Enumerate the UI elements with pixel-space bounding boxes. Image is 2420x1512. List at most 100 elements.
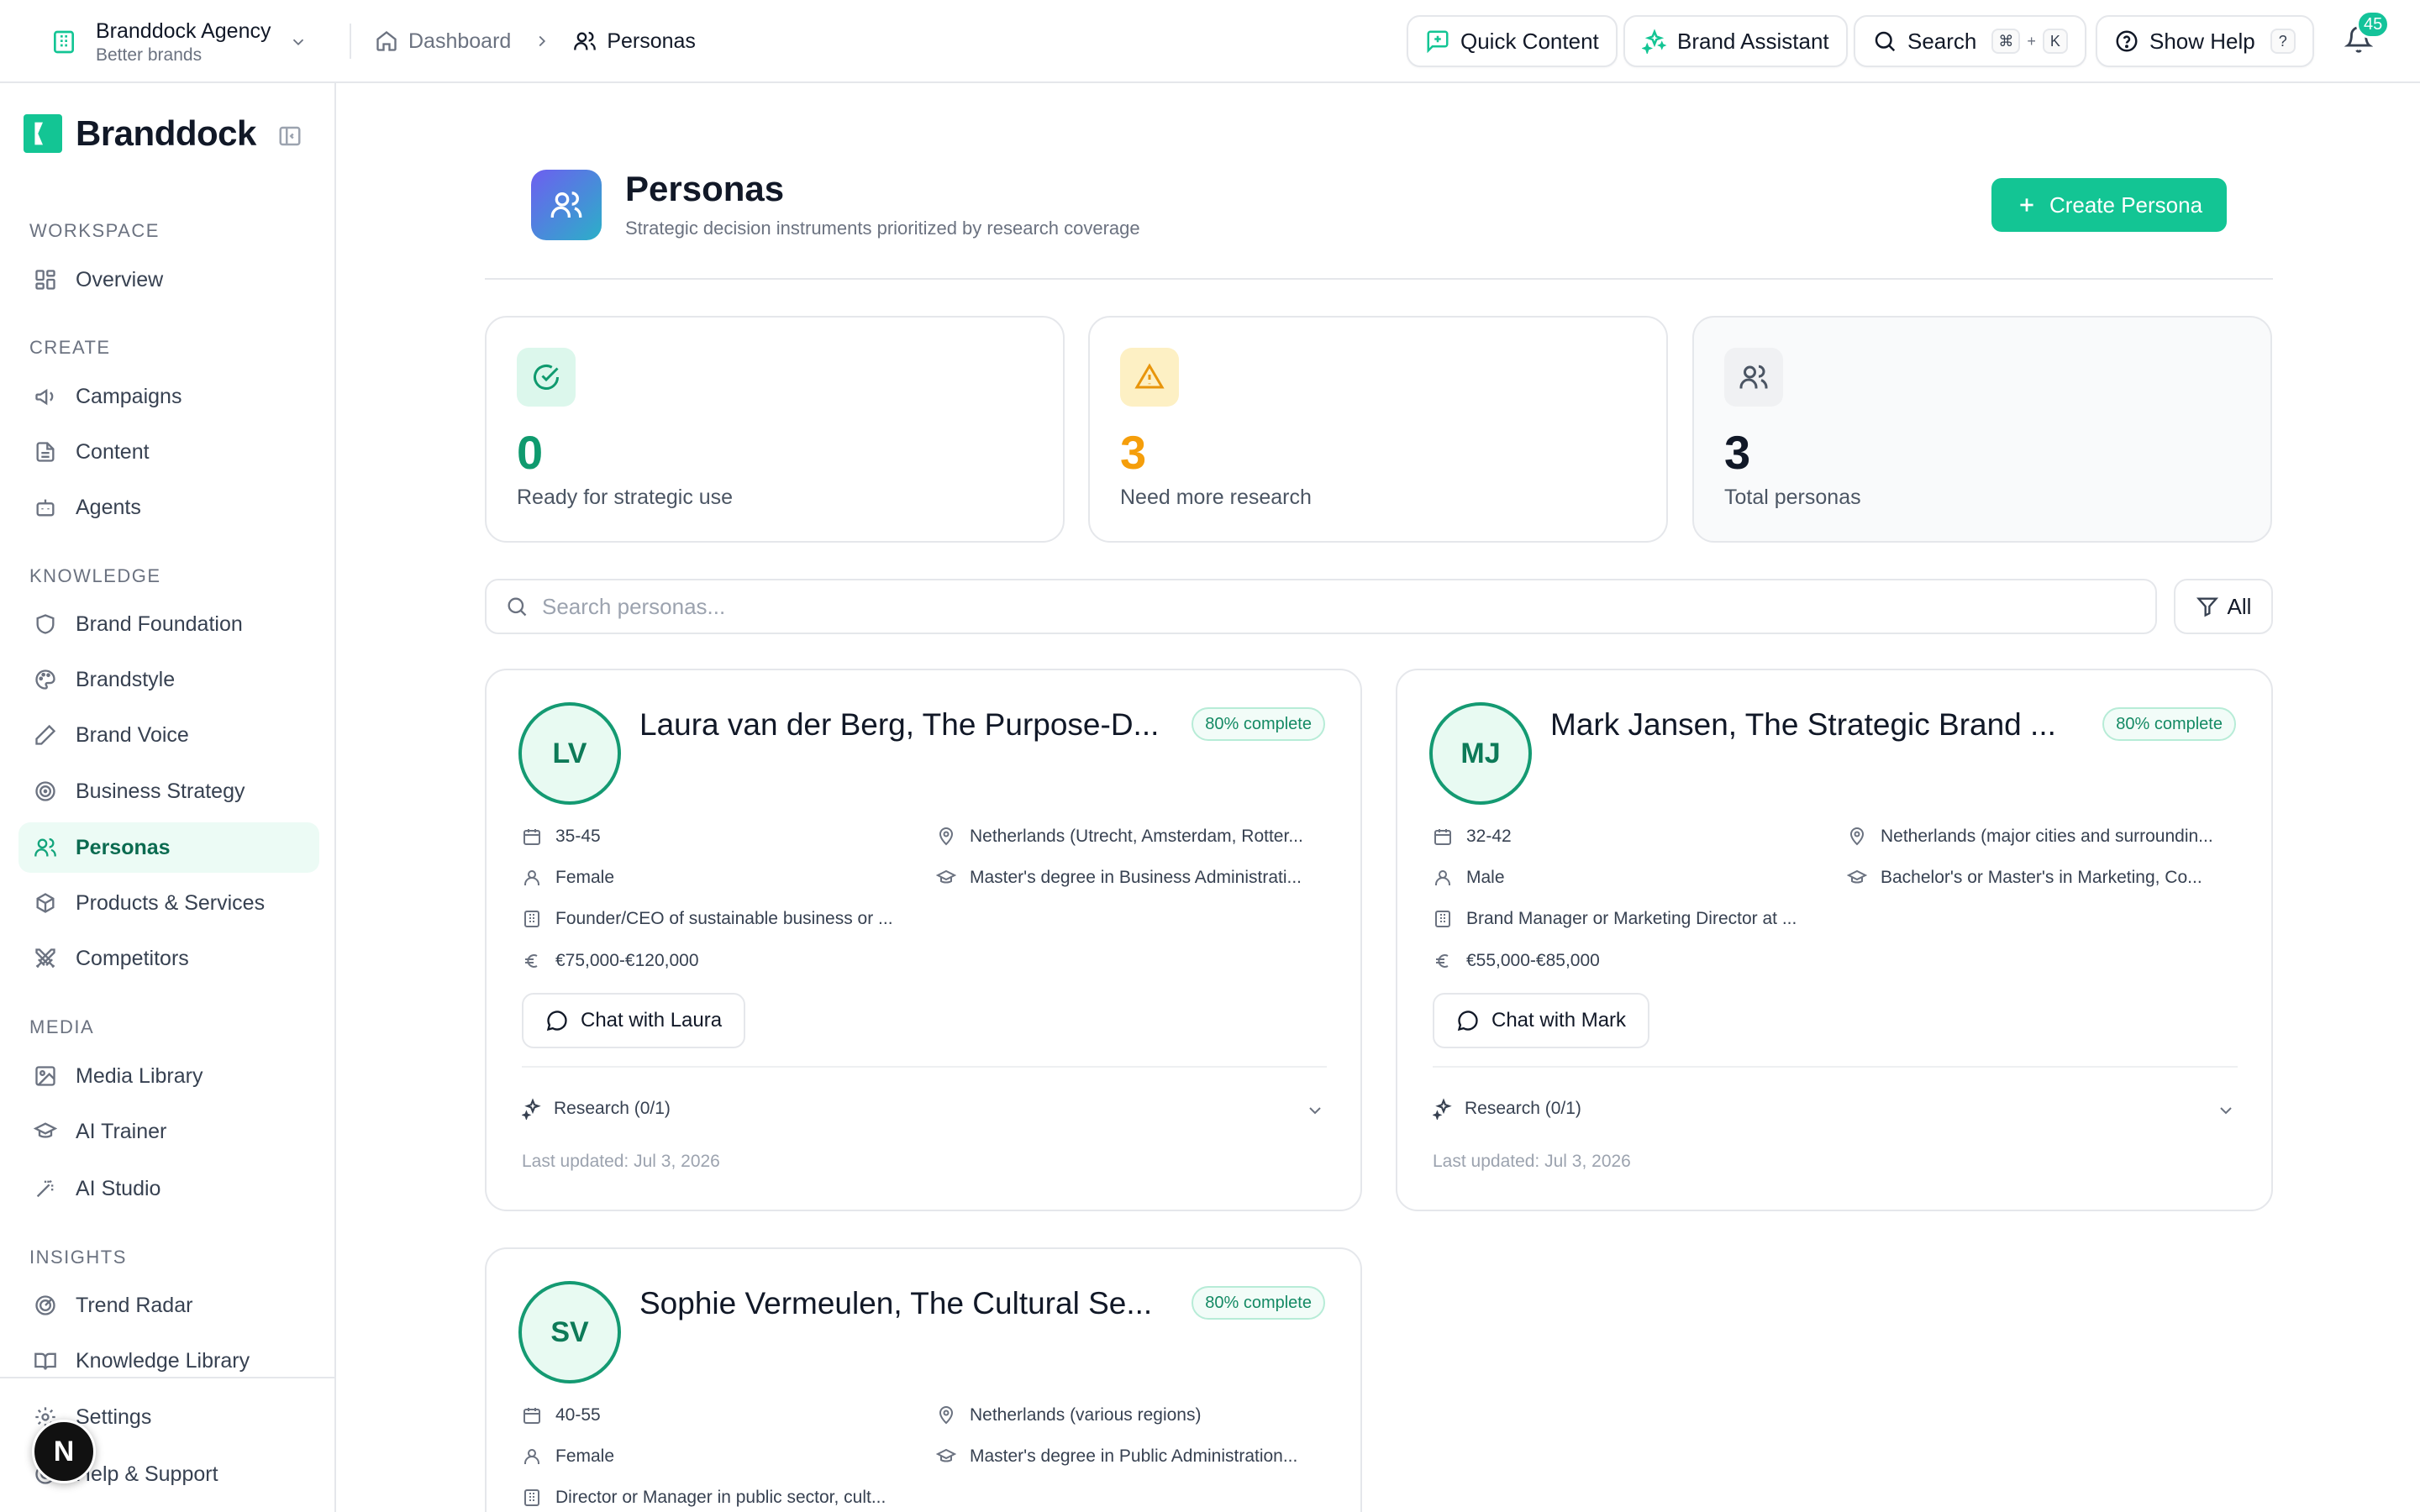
euro-icon xyxy=(525,954,538,968)
user-icon xyxy=(524,870,539,885)
chat-button-label: Chat with Mark xyxy=(1491,1009,1627,1032)
euro-icon xyxy=(1436,954,1449,968)
section-label-create: CREATE xyxy=(29,337,111,358)
persona-location: Netherlands (various regions) xyxy=(936,1405,1331,1425)
sidebar-item-campaigns[interactable]: Campaigns xyxy=(18,371,319,422)
sidebar-item-competitors[interactable]: Competitors xyxy=(18,933,319,984)
alert-triangle-icon xyxy=(1134,363,1165,389)
sidebar-item-label: Trend Radar xyxy=(76,1293,193,1317)
persona-education: Bachelor's or Master's in Marketing, Co.… xyxy=(1847,868,2242,888)
check-circle-icon xyxy=(534,365,559,390)
breadcrumb-dashboard[interactable]: Dashboard xyxy=(375,29,511,54)
persona-occupation-value: Director or Manager in public sector, cu… xyxy=(555,1488,886,1507)
persona-search[interactable] xyxy=(485,579,2157,634)
building-icon xyxy=(1435,911,1450,927)
building-icon xyxy=(524,911,539,927)
brand-assistant-button[interactable]: Brand Assistant xyxy=(1623,15,1848,67)
sidebar-item-personas[interactable]: Personas xyxy=(18,822,319,873)
message-circle-icon xyxy=(546,1011,567,1032)
quick-content-button[interactable]: Quick Content xyxy=(1407,15,1618,67)
filter-button[interactable]: All xyxy=(2174,579,2273,634)
user-icon xyxy=(524,1449,539,1464)
sidebar-item-business-strategy[interactable]: Business Strategy xyxy=(18,766,319,816)
stat-label: Ready for strategic use xyxy=(517,486,734,509)
sidebar-item-content[interactable]: Content xyxy=(18,427,319,477)
persona-gender-value: Female xyxy=(555,1446,615,1466)
page-icon xyxy=(531,170,602,240)
shortcut-key-cmd: ⌘ xyxy=(1991,29,2021,54)
show-help-button[interactable]: Show Help ? xyxy=(2096,15,2314,67)
divider xyxy=(350,24,351,59)
persona-education: Master's degree in Business Administrati… xyxy=(936,868,1331,888)
persona-card[interactable]: SV Sophie Vermeulen, The Cultural Se... … xyxy=(485,1247,1362,1512)
page-title: Personas xyxy=(625,169,785,208)
stat-label: Total personas xyxy=(1724,486,1861,509)
sidebar-item-media-library[interactable]: Media Library xyxy=(18,1051,319,1101)
chat-with-persona-button[interactable]: Chat with Laura xyxy=(522,993,746,1048)
sidebar-collapse-icon[interactable] xyxy=(277,123,302,149)
search-icon xyxy=(508,597,527,617)
package-icon xyxy=(36,893,55,913)
sidebar-item-label: Media Library xyxy=(76,1063,203,1088)
sidebar-item-agents[interactable]: Agents xyxy=(18,482,319,533)
persona-avatar: MJ xyxy=(1429,702,1532,805)
sidebar-item-label: Campaigns xyxy=(76,384,182,408)
brand-logo-link[interactable]: Branddock xyxy=(24,113,256,154)
persona-card[interactable]: LV Laura van der Berg, The Purpose-D... … xyxy=(485,669,1362,1211)
chevron-down-icon[interactable] xyxy=(1305,1100,1325,1121)
sidebar-item-ai-studio[interactable]: AI Studio xyxy=(18,1163,319,1214)
persona-income: €55,000-€85,000 xyxy=(1433,951,1819,971)
sidebar-item-knowledge-library[interactable]: Knowledge Library xyxy=(18,1336,319,1386)
users-icon xyxy=(574,31,597,50)
chevron-down-icon[interactable] xyxy=(2216,1100,2236,1121)
sidebar-item-products-services[interactable]: Products & Services xyxy=(18,878,319,928)
sidebar-item-label: Products & Services xyxy=(76,890,266,915)
chat-with-persona-button[interactable]: Chat with Mark xyxy=(1433,993,1650,1048)
search-input[interactable] xyxy=(542,593,2054,620)
dev-tools-badge[interactable]: N xyxy=(32,1420,96,1483)
user-icon xyxy=(1435,870,1450,885)
sparkles-icon xyxy=(522,1098,541,1120)
persona-location-value: Netherlands (major cities and surroundin… xyxy=(1881,827,2213,846)
last-updated: Last updated: Jul 3, 2026 xyxy=(522,1152,720,1171)
top-bar: Branddock Agency Better brands Dashboard… xyxy=(0,0,2420,83)
sidebar-item-brand-voice[interactable]: Brand Voice xyxy=(18,710,319,760)
graduation-cap-icon xyxy=(936,1448,956,1462)
persona-name[interactable]: Sophie Vermeulen, The Cultural Se... xyxy=(639,1286,1177,1321)
persona-gender: Female xyxy=(522,1446,908,1467)
calendar-icon xyxy=(1434,829,1451,845)
map-pin-icon xyxy=(1849,827,1865,846)
shield-icon xyxy=(36,614,55,634)
persona-name[interactable]: Laura van der Berg, The Purpose-D... xyxy=(639,707,1177,743)
search-button[interactable]: Search ⌘ + K xyxy=(1854,15,2086,67)
research-toggle[interactable]: Research (0/1) xyxy=(522,1098,671,1120)
sidebar-item-label: Brandstyle xyxy=(76,667,176,691)
persona-card[interactable]: MJ Mark Jansen, The Strategic Brand ... … xyxy=(1396,669,2273,1211)
page-subtitle: Strategic decision instruments prioritiz… xyxy=(625,218,1140,239)
section-label-media: MEDIA xyxy=(29,1016,95,1037)
sidebar-item-brandstyle[interactable]: Brandstyle xyxy=(18,654,319,705)
stat-value: 0 xyxy=(517,426,544,479)
sidebar-item-label: Settings xyxy=(76,1404,152,1429)
brand-assistant-label: Brand Assistant xyxy=(1677,28,1829,54)
building-icon xyxy=(54,30,74,54)
sidebar-item-ai-trainer[interactable]: AI Trainer xyxy=(18,1106,319,1157)
create-persona-button[interactable]: Create Persona xyxy=(1991,178,2227,232)
persona-age-value: 40-55 xyxy=(555,1405,601,1425)
persona-income-value: €75,000-€120,000 xyxy=(555,951,699,970)
users-icon xyxy=(550,192,582,218)
workspace-switcher[interactable]: Branddock Agency Better brands xyxy=(50,15,308,69)
sidebar-item-label: AI Studio xyxy=(76,1176,161,1200)
research-toggle[interactable]: Research (0/1) xyxy=(1433,1098,1581,1120)
persona-occupation: Founder/CEO of sustainable business or .… xyxy=(522,909,908,929)
persona-name[interactable]: Mark Jansen, The Strategic Brand ... xyxy=(1550,707,2088,743)
sidebar-item-overview[interactable]: Overview xyxy=(18,255,319,305)
sidebar-item-trend-radar[interactable]: Trend Radar xyxy=(18,1280,319,1331)
sidebar-item-brand-foundation[interactable]: Brand Foundation xyxy=(18,599,319,649)
section-label-workspace: WORKSPACE xyxy=(29,220,160,241)
palette-icon xyxy=(35,669,55,690)
card-divider xyxy=(522,1066,1327,1068)
create-persona-label: Create Persona xyxy=(2049,192,2203,218)
shortcut-plus: + xyxy=(2027,32,2036,50)
completion-badge: 80% complete xyxy=(1192,1286,1325,1320)
